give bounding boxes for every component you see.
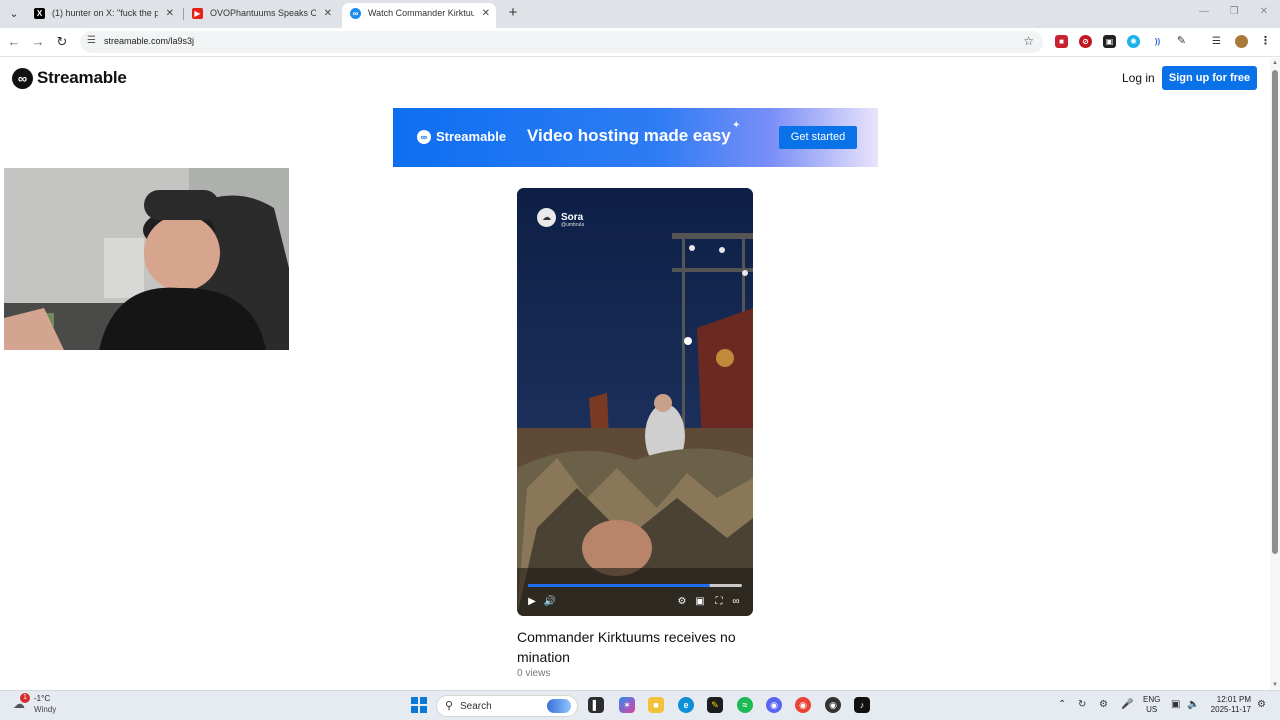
banner-tagline: Video hosting made easy xyxy=(527,126,731,145)
streamable-icon: ∞ xyxy=(350,8,361,19)
clock-date: 2025-11-17 xyxy=(1210,705,1251,714)
site-info-icon[interactable]: ☰ xyxy=(87,35,96,46)
weather-description[interactable]: Windy xyxy=(34,705,56,714)
scroll-up-icon[interactable]: ▲ xyxy=(1272,60,1278,66)
weather-temperature[interactable]: -1°C xyxy=(34,694,50,703)
language-indicator[interactable]: ENG US xyxy=(1143,695,1160,715)
extension-adblock-icon[interactable]: ⊘ xyxy=(1079,35,1092,48)
scrollbar-thumb[interactable] xyxy=(1272,70,1278,554)
search-highlight-icon xyxy=(547,699,571,713)
tab-x-post[interactable]: X (1) hunter on X: "fuck the presi ✕ xyxy=(26,3,180,28)
edge-browser-icon[interactable]: e xyxy=(678,697,694,713)
sora-cloud-icon: ☁ xyxy=(537,208,556,227)
sparkle-icon: ✦ xyxy=(732,120,741,131)
webcam-image xyxy=(4,168,289,350)
extension-wave-icon[interactable]: )) xyxy=(1151,35,1164,48)
kebab-menu-icon[interactable]: ⋮ xyxy=(1259,35,1272,48)
tab-close-icon[interactable]: ✕ xyxy=(482,3,490,24)
streamable-logo[interactable]: ∞ Streamable xyxy=(12,67,127,89)
banner-logo-icon: ∞ xyxy=(417,130,431,144)
extension-red-icon[interactable]: ■ xyxy=(1055,35,1068,48)
sticky-app-icon[interactable]: ✎ xyxy=(707,697,723,713)
login-link[interactable]: Log in xyxy=(1122,71,1155,85)
chrome-icon[interactable]: ◉ xyxy=(795,697,811,713)
tab-label: (1) hunter on X: "fuck the presi xyxy=(52,8,158,18)
tab-label: Watch Commander Kirktuums xyxy=(368,8,474,18)
file-explorer-icon[interactable]: ■ xyxy=(648,697,664,713)
back-arrow-icon[interactable]: ← xyxy=(5,33,23,51)
streamable-player-icon[interactable]: ∞ xyxy=(729,595,743,609)
browser-toolbar: ← → ↻ ☰ streamable.com/la9s3j ☆ ■ ⊘ ▣ ✺ … xyxy=(0,28,1280,57)
windows-taskbar: ☁ 1 -1°C Windy ⚲ Search ▌ ✶ ■ e ✎ ≈ ◉ ◉ … xyxy=(0,690,1280,720)
fullscreen-icon[interactable]: ⛶ xyxy=(712,595,726,609)
profile-avatar[interactable] xyxy=(1235,35,1248,48)
tab-close-icon[interactable]: ✕ xyxy=(166,3,174,24)
video-progress-fill xyxy=(528,584,710,587)
settings-gear-icon[interactable]: ⚙ xyxy=(675,595,689,609)
tab-youtube[interactable]: ▶ OVOPhantuums Speaks On Bru ✕ xyxy=(184,3,338,28)
browser-tab-strip: ⌄ X (1) hunter on X: "fuck the presi ✕ ▶… xyxy=(0,0,1280,28)
tab-label: OVOPhantuums Speaks On Bru xyxy=(210,8,316,18)
picture-in-picture-icon[interactable]: ▣ xyxy=(693,595,707,609)
speaker-icon[interactable]: 🔈 xyxy=(1187,699,1199,710)
tiktok-icon[interactable]: ♪ xyxy=(854,697,870,713)
youtube-icon: ▶ xyxy=(192,8,203,19)
minimize-icon[interactable]: — xyxy=(1194,6,1214,17)
media-controls-icon[interactable]: ☰ xyxy=(1210,35,1223,48)
forward-arrow-icon[interactable]: → xyxy=(29,33,47,51)
tab-close-icon[interactable]: ✕ xyxy=(324,3,332,24)
banner-brand: Streamable xyxy=(436,129,507,144)
region-code: US xyxy=(1146,705,1158,714)
webcam-overlay xyxy=(4,168,289,350)
search-icon: ⚲ xyxy=(445,700,454,712)
signup-button[interactable]: Sign up for free xyxy=(1162,66,1257,90)
video-title: Commander Kirktuums receives no mination xyxy=(517,629,736,665)
scroll-down-icon[interactable]: ▼ xyxy=(1272,682,1278,688)
terminal-app-icon[interactable]: ▌ xyxy=(588,697,604,713)
address-bar[interactable]: ☰ streamable.com/la9s3j ☆ xyxy=(80,31,1043,53)
tab-streamable[interactable]: ∞ Watch Commander Kirktuums ✕ xyxy=(342,3,496,28)
reload-icon[interactable]: ↻ xyxy=(53,33,71,51)
copilot-app-icon[interactable]: ✶ xyxy=(619,697,635,713)
weather-notification-badge: 1 xyxy=(20,693,30,703)
windows-start-icon[interactable] xyxy=(411,697,427,713)
notification-bell-icon[interactable]: ⚙ xyxy=(1257,699,1266,710)
x-icon: X xyxy=(34,8,45,19)
video-frame xyxy=(517,188,753,616)
video-player[interactable]: ☁ Sora @umbrula ▶ 🔊 ⚙ ▣ ⛶ ∞ xyxy=(517,188,753,616)
chrome-profile-icon[interactable]: ◉ xyxy=(825,697,841,713)
language-code: ENG xyxy=(1143,695,1161,704)
sync-icon[interactable]: ↻ xyxy=(1078,699,1086,710)
sora-handle: @umbrula xyxy=(561,222,585,228)
microphone-icon[interactable]: 🎤 xyxy=(1121,699,1133,710)
brand-name: Streamable xyxy=(37,68,127,87)
search-placeholder: Search xyxy=(460,701,492,712)
streamable-page: ∞ Streamable Log in Sign up for free ∞ S… xyxy=(0,58,1270,690)
extensions-puzzle-icon[interactable]: ✎ xyxy=(1175,35,1188,48)
page-scrollbar[interactable]: ▲ ▼ xyxy=(1270,58,1280,690)
display-icon[interactable]: ▣ xyxy=(1171,699,1180,710)
extension-square-icon[interactable]: ▣ xyxy=(1103,35,1116,48)
spotify-icon[interactable]: ≈ xyxy=(737,697,753,713)
discord-icon[interactable]: ◉ xyxy=(766,697,782,713)
extension-blue-icon[interactable]: ✺ xyxy=(1127,35,1140,48)
bookmark-star-icon[interactable]: ☆ xyxy=(1023,34,1034,48)
get-started-button[interactable]: Get started xyxy=(779,126,857,149)
url-text[interactable]: streamable.com/la9s3j xyxy=(104,36,194,46)
new-tab-button[interactable]: + xyxy=(504,4,522,22)
streamable-logo-icon: ∞ xyxy=(12,67,33,89)
close-window-icon[interactable]: ✕ xyxy=(1254,6,1274,17)
promo-banner[interactable]: ∞ Streamable Video hosting made easy ✦ G… xyxy=(393,108,878,167)
show-hidden-icons-chevron-icon[interactable]: ⌃ xyxy=(1058,699,1066,710)
tab-search-chevron-icon[interactable]: ⌄ xyxy=(5,5,23,23)
maximize-icon[interactable]: ❐ xyxy=(1224,6,1244,17)
clock-time: 12:01 PM xyxy=(1216,695,1251,704)
play-icon[interactable]: ▶ xyxy=(525,595,539,609)
volume-icon[interactable]: 🔊 xyxy=(543,595,557,609)
taskbar-search[interactable]: ⚲ Search xyxy=(436,695,578,717)
network-icon[interactable]: ⚙ xyxy=(1099,699,1108,710)
video-progress-bar[interactable] xyxy=(528,584,742,587)
video-views: 0 views xyxy=(517,668,551,679)
system-clock[interactable]: 12:01 PM 2025-11-17 xyxy=(1206,695,1251,715)
